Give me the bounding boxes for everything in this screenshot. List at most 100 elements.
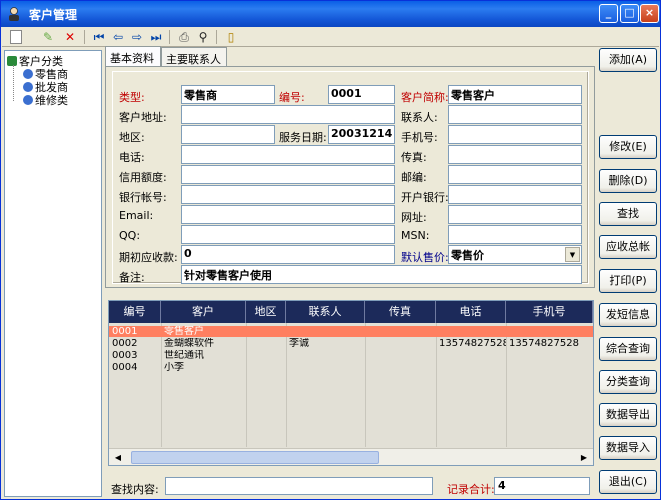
postcode-label: 邮编:	[401, 171, 427, 184]
bank-account-field[interactable]	[181, 185, 395, 204]
bank-label: 开户银行:	[401, 191, 449, 204]
column-header-code[interactable]: 编号	[109, 301, 161, 323]
qq-label: QQ:	[119, 229, 141, 242]
remark-label: 备注:	[119, 271, 145, 284]
table-row[interactable]: 0003 世纪通讯	[109, 350, 593, 361]
scroll-right-icon[interactable]: ▶	[577, 451, 591, 464]
customer-grid: 编号 客户 地区 联系人 传真 电话 手机号 0001 零售客户 0002 金蝴…	[108, 300, 594, 466]
table-row[interactable]: 0004 小李	[109, 362, 593, 373]
postcode-field[interactable]	[448, 165, 582, 184]
scrollbar-thumb[interactable]	[131, 451, 379, 464]
tree-item-repair[interactable]: 维修类	[23, 92, 68, 108]
column-header-mobile[interactable]: 手机号	[506, 301, 593, 323]
basic-info-panel: 类型: 零售商 编号: 0001 客户简称: 零售客户 客户地址: 联系人: 地…	[105, 66, 595, 288]
category-icon	[23, 69, 33, 79]
default-price-label: 默认售价:	[401, 251, 449, 264]
record-total-label: 记录合计:	[447, 483, 495, 496]
last-record-icon[interactable]: ⏭	[148, 29, 164, 45]
search-label: 查找内容:	[111, 483, 159, 496]
print-button[interactable]: 打印(P)	[599, 269, 657, 293]
category-icon	[23, 82, 33, 92]
category-tree: 客户分类 零售商 批发商 维修类	[4, 50, 102, 497]
code-label: 编号:	[279, 91, 305, 104]
region-label: 地区:	[119, 131, 145, 144]
address-field[interactable]	[181, 105, 395, 124]
website-field[interactable]	[448, 205, 582, 224]
bank-field[interactable]	[448, 185, 582, 204]
tab-contacts[interactable]: 主要联系人	[161, 47, 227, 67]
record-total-field: 4	[494, 477, 590, 495]
remark-field[interactable]: 针对零售客户使用	[181, 265, 582, 284]
category-query-button[interactable]: 分类查询	[599, 370, 657, 394]
title-bar[interactable]: 客户管理 _ □ ×	[1, 1, 660, 27]
tab-basic-info[interactable]: 基本资料	[105, 46, 161, 67]
chevron-down-icon[interactable]: ▼	[565, 247, 580, 262]
cell-mobile: 13574827528	[509, 338, 579, 349]
window-title: 客户管理	[29, 8, 78, 22]
cell-customer: 金蝴蝶软件	[164, 338, 214, 349]
phone-label: 电话:	[119, 151, 145, 164]
edit-icon[interactable]: ✎	[40, 29, 56, 45]
toolbar-separator	[84, 30, 85, 44]
receivable-field[interactable]: 0	[181, 245, 395, 264]
code-field[interactable]: 0001	[328, 85, 395, 104]
search-input[interactable]	[165, 477, 433, 495]
short-name-field[interactable]: 零售客户	[448, 85, 582, 104]
close-button[interactable]: ×	[640, 4, 659, 23]
type-field[interactable]: 零售商	[181, 85, 275, 104]
cell-code: 0004	[112, 362, 138, 373]
contact-field[interactable]	[448, 105, 582, 124]
scroll-left-icon[interactable]: ◀	[111, 451, 125, 464]
table-row[interactable]: 0002 金蝴蝶软件 李诚 13574827528 13574827528	[109, 338, 593, 349]
msn-field[interactable]	[448, 225, 582, 244]
mobile-field[interactable]	[448, 125, 582, 144]
prev-record-icon[interactable]: ⇦	[110, 29, 126, 45]
column-header-fax[interactable]: 传真	[365, 301, 436, 323]
email-field[interactable]	[181, 205, 395, 224]
send-sms-button[interactable]: 发短信息	[599, 303, 657, 327]
service-date-label: 服务日期:	[279, 131, 327, 144]
query-button[interactable]: 查找	[599, 202, 657, 226]
toolbar: ✎ ✕ ⏮ ⇦ ⇨ ⏭ ⎙ ⚲ ▯	[2, 27, 659, 47]
maximize-button[interactable]: □	[620, 4, 639, 23]
column-header-contact[interactable]: 联系人	[286, 301, 365, 323]
add-button[interactable]: 添加(A)	[599, 48, 657, 72]
tree-line	[13, 65, 14, 101]
category-icon	[23, 95, 33, 105]
credit-field[interactable]	[181, 165, 395, 184]
combined-query-button[interactable]: 综合查询	[599, 337, 657, 361]
default-price-value: 零售价	[451, 249, 484, 262]
column-header-phone[interactable]: 电话	[436, 301, 506, 323]
delete-icon[interactable]: ✕	[62, 29, 78, 45]
region-field[interactable]	[181, 125, 275, 144]
column-header-region[interactable]: 地区	[246, 301, 286, 323]
tree-item-label: 维修类	[35, 94, 68, 107]
print-icon[interactable]: ⎙	[176, 29, 192, 45]
qq-field[interactable]	[181, 225, 395, 244]
cell-code: 0001	[112, 326, 138, 337]
phone-field[interactable]	[181, 145, 395, 164]
fax-label: 传真:	[401, 151, 427, 164]
edit-button[interactable]: 修改(E)	[599, 135, 657, 159]
next-record-icon[interactable]: ⇨	[129, 29, 145, 45]
exit-door-icon[interactable]: ▯	[223, 29, 239, 45]
export-button[interactable]: 数据导出	[599, 403, 657, 427]
msn-label: MSN:	[401, 229, 430, 242]
minimize-button[interactable]: _	[599, 4, 618, 23]
import-button[interactable]: 数据导入	[599, 436, 657, 460]
fax-field[interactable]	[448, 145, 582, 164]
credit-label: 信用额度:	[119, 171, 167, 184]
horizontal-scrollbar[interactable]: ◀ ▶	[109, 448, 593, 465]
new-icon[interactable]	[10, 30, 22, 44]
first-record-icon[interactable]: ⏮	[91, 29, 107, 45]
toolbar-separator	[169, 30, 170, 44]
table-row[interactable]: 0001 零售客户	[109, 326, 593, 337]
default-price-select[interactable]: 零售价 ▼	[448, 245, 582, 264]
exit-button[interactable]: 退出(C)	[599, 470, 657, 494]
cell-code: 0003	[112, 350, 138, 361]
find-icon[interactable]: ⚲	[195, 29, 211, 45]
receivable-account-button[interactable]: 应收总帐	[599, 235, 657, 259]
delete-button[interactable]: 删除(D)	[599, 169, 657, 193]
column-header-customer[interactable]: 客户	[161, 301, 246, 323]
service-date-field[interactable]: 20031214	[328, 125, 395, 144]
